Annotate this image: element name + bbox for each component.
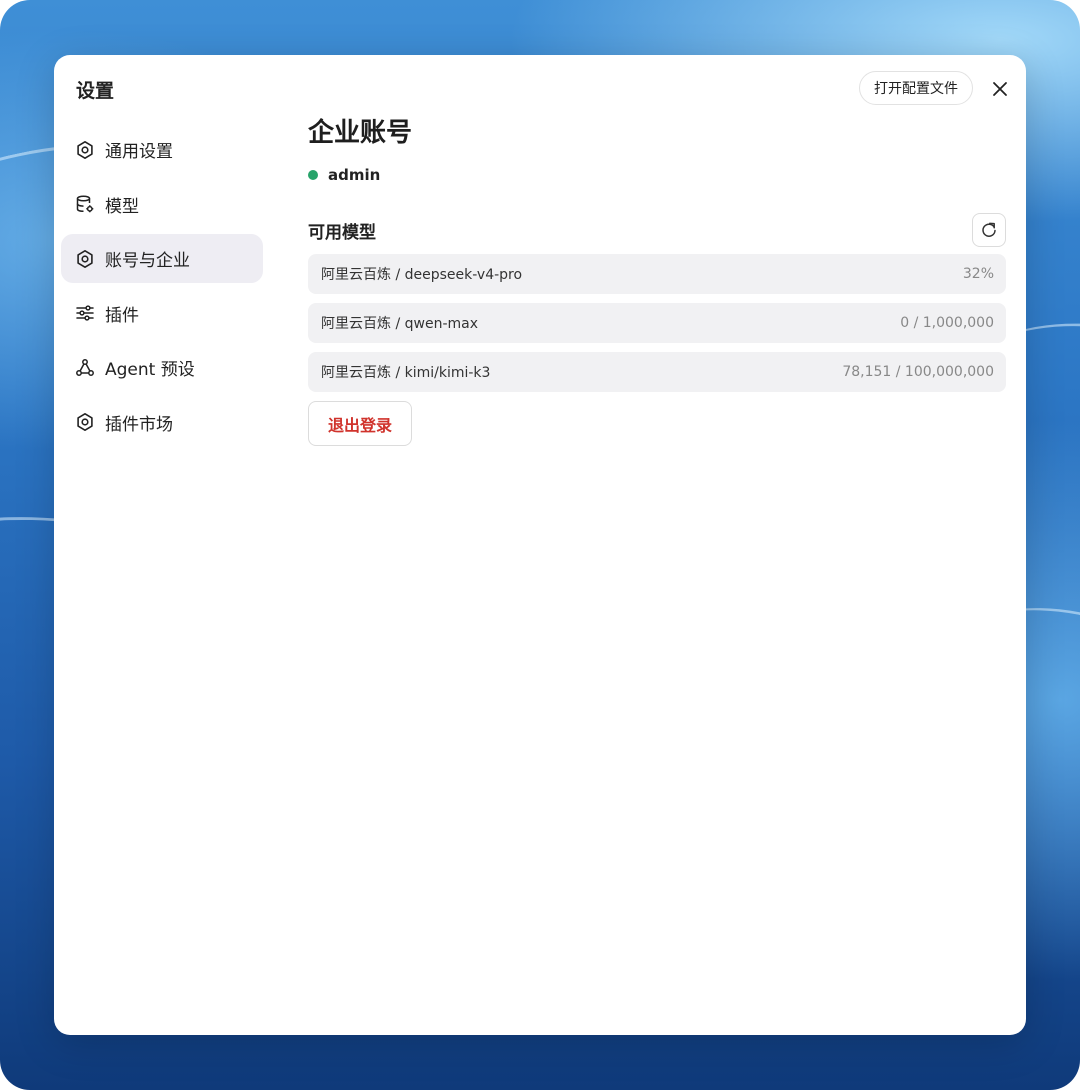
gear-icon	[75, 140, 95, 160]
user-status-row: admin	[308, 164, 1006, 186]
model-list: 阿里云百炼 / deepseek-v4-pro 32% 阿里云百炼 / qwen…	[308, 254, 1006, 392]
close-icon	[993, 82, 1007, 96]
settings-sidebar: 通用设置 模型 账号与企业 插件 Agent 预设 插件市场	[61, 125, 263, 452]
username: admin	[328, 166, 381, 184]
sliders-icon	[75, 303, 95, 323]
model-usage: 0 / 1,000,000	[900, 315, 994, 331]
sidebar-item-models[interactable]: 模型	[61, 180, 263, 229]
sidebar-item-label: 通用设置	[105, 142, 173, 162]
sidebar-item-general[interactable]: 通用设置	[61, 125, 263, 174]
logout-button[interactable]: 退出登录	[308, 401, 412, 446]
gear-icon	[75, 412, 95, 432]
models-section-title: 可用模型	[308, 222, 376, 243]
settings-dialog: 设置 打开配置文件 通用设置 模型 账号与企业 插件 Agent 预设 插件市场…	[54, 55, 1026, 1035]
desktop-wallpaper: 设置 打开配置文件 通用设置 模型 账号与企业 插件 Agent 预设 插件市场…	[0, 0, 1080, 1090]
model-name: 阿里云百炼 / qwen-max	[321, 316, 478, 332]
online-status-dot	[308, 170, 318, 180]
models-section-header: 可用模型	[308, 212, 1006, 248]
model-usage: 32%	[962, 266, 994, 282]
model-usage: 78,151 / 100,000,000	[842, 364, 994, 380]
sidebar-item-label: 账号与企业	[105, 251, 190, 271]
model-row: 阿里云百炼 / qwen-max 0 / 1,000,000	[308, 303, 1006, 343]
model-row: 阿里云百炼 / deepseek-v4-pro 32%	[308, 254, 1006, 294]
database-gear-icon	[75, 194, 95, 214]
page-title: 企业账号	[308, 118, 413, 148]
model-row: 阿里云百炼 / kimi/kimi-k3 78,151 / 100,000,00…	[308, 352, 1006, 392]
refresh-button[interactable]	[972, 213, 1006, 247]
refresh-icon	[982, 222, 996, 237]
open-config-button[interactable]: 打开配置文件	[859, 71, 973, 105]
account-panel: 企业账号 admin 可用模型 阿里云百炼 / deepseek-v4-pro …	[308, 115, 1006, 446]
model-name: 阿里云百炼 / kimi/kimi-k3	[321, 365, 491, 381]
sidebar-item-label: 插件市场	[105, 414, 173, 435]
sidebar-item-label: Agent 预设	[105, 360, 195, 380]
sidebar-item-plugin-market[interactable]: 插件市场	[61, 398, 263, 447]
gear-icon	[75, 249, 95, 269]
close-button[interactable]	[988, 77, 1012, 101]
sidebar-item-account[interactable]: 账号与企业	[61, 234, 263, 283]
sidebar-item-plugins[interactable]: 插件	[61, 289, 263, 338]
dialog-title: 设置	[76, 80, 115, 102]
sidebar-item-label: 插件	[105, 305, 139, 326]
sidebar-item-label: 模型	[105, 196, 139, 217]
sidebar-item-agent-presets[interactable]: Agent 预设	[61, 343, 263, 392]
model-name: 阿里云百炼 / deepseek-v4-pro	[321, 267, 523, 283]
agent-network-icon	[75, 358, 95, 378]
